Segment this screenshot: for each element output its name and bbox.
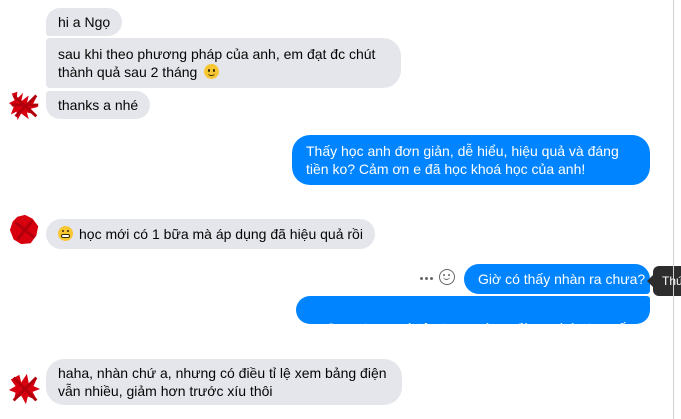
tooltip-label: Thứ: [662, 274, 681, 288]
message-text: hi a Ngọ: [58, 14, 111, 30]
message-text: học mới có 1 bữa mà áp dụng đã hiệu quả …: [79, 226, 363, 242]
more-horizontal-icon[interactable]: [419, 270, 435, 286]
smile-react-icon[interactable]: [439, 269, 455, 285]
message-text-line: haha, nhàn chứ a, nhưng có điều tỉ lệ xe…: [58, 365, 387, 381]
message-text-line-text: thành quả sau 2 tháng: [58, 64, 198, 80]
message-text-line: sau khi theo phương pháp của anh, em đạt…: [58, 46, 376, 62]
message-bubble-incoming[interactable]: học mới có 1 bữa mà áp dụng đã hiệu quả …: [46, 219, 375, 249]
message-bubble-incoming[interactable]: haha, nhàn chứ a, nhưng có điều tỉ lệ xe…: [46, 359, 402, 405]
avatar[interactable]: [8, 88, 42, 122]
panel-divider: [673, 0, 674, 419]
message-bubble-incoming[interactable]: sau khi theo phương pháp của anh, em đạt…: [46, 38, 401, 88]
message-text: Quan trọng và tập trung vào đừng phức tạ…: [325, 320, 654, 336]
message-text: Giờ có thấy nhàn ra chưa?: [478, 271, 646, 287]
message-bubble-outgoing[interactable]: Giờ có thấy nhàn ra chưa?: [464, 264, 650, 294]
chat-thread: hi a Ngọ sau khi theo phương pháp của an…: [0, 0, 681, 419]
message-text-line: vẫn nhiều, giảm hơn trước xíu thôi: [58, 383, 273, 399]
message-text-line: thành quả sau 2 tháng: [58, 63, 389, 81]
message-bubble-incoming[interactable]: hi a Ngọ: [46, 8, 123, 36]
avatar[interactable]: [8, 372, 42, 406]
message-text-line: Thấy học anh đơn giản, dễ hiểu, hiệu quả…: [306, 143, 619, 159]
smile-emoji-icon: [204, 64, 220, 79]
avatar[interactable]: [8, 213, 42, 247]
message-text: thanks a nhé: [58, 97, 139, 113]
grinning-emoji-icon: [58, 226, 73, 241]
message-bubble-outgoing[interactable]: Thấy học anh đơn giản, dễ hiểu, hiệu quả…: [292, 135, 650, 185]
message-bubble-incoming[interactable]: thanks a nhé: [46, 91, 151, 119]
message-bubble-outgoing[interactable]: Quan trọng và tập trung vào đừng phức tạ…: [296, 296, 653, 336]
message-text-line: tiền ko? Cảm ơn e đã học khoá học của an…: [306, 161, 586, 177]
timestamp-tooltip: Thứ: [653, 266, 681, 296]
